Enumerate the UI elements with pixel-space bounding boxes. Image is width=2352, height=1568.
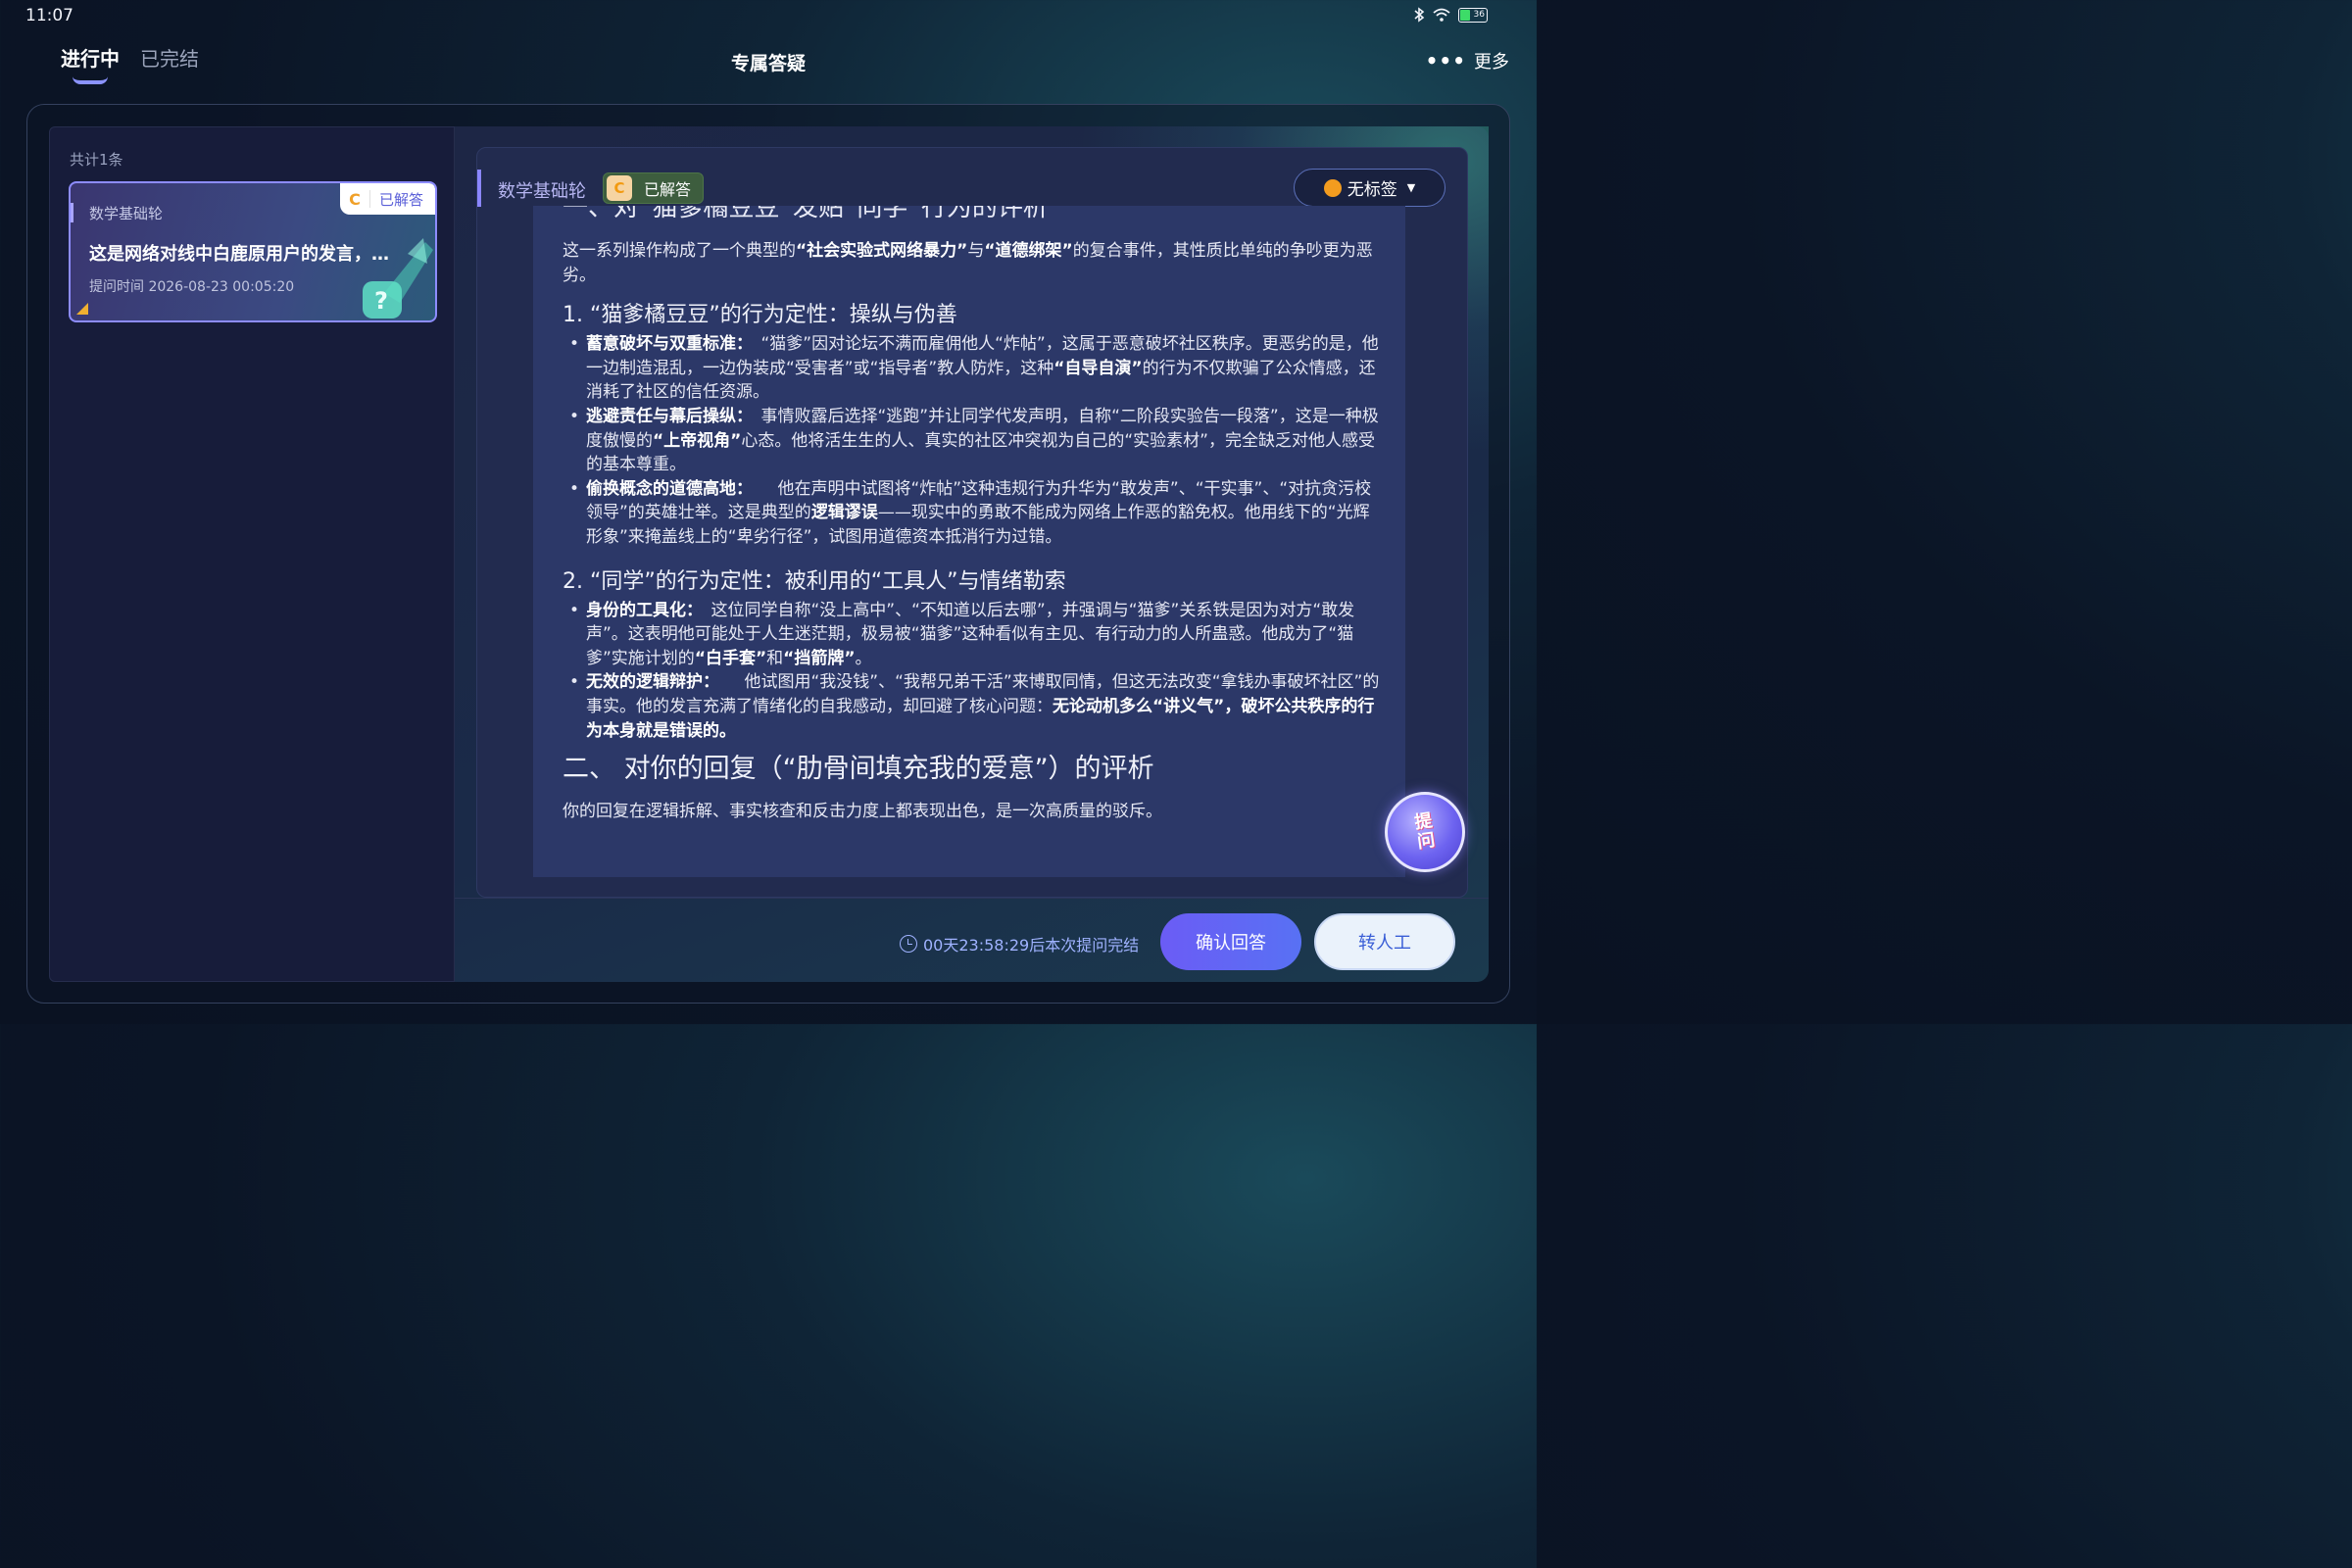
bold-run: “自导自演”: [1054, 358, 1143, 378]
bold-run: 蓄意破坏与双重标准：: [586, 334, 745, 355]
status-icons: 36: [1413, 7, 1488, 23]
confirm-answer-button[interactable]: 确认回答: [1160, 913, 1301, 970]
list-item: 逃避责任与幕后操纵： 事情败露后选择“逃跑”并让同学代发声明，自称“二阶段实验告…: [563, 405, 1381, 477]
question-list-panel: 共计1条 数学基础轮 C 已解答 这是网络对线中白鹿原用户的发言，… 提问时间 …: [49, 126, 455, 982]
status-time: 11:07: [25, 6, 74, 25]
bold-run: “社会实验式网络暴力”: [796, 241, 968, 261]
answer-body: 这一系列操作构成了一个典型的“社会实验式网络暴力”与“道德绑架”的复合事件，其性…: [563, 239, 1381, 838]
list-item: 偷换概念的道德高地： 他在声明中试图将“炸帖”这种违规行为升华为“敢发声”、“干…: [563, 477, 1381, 550]
text-run: 和: [766, 648, 784, 668]
course-level-icon: C: [349, 189, 361, 209]
part2-title: 二、 对你的回复（“肋骨间填充我的爱意”）的评析: [563, 754, 1154, 785]
card-status-badge: C 已解答: [340, 183, 435, 215]
tag-dropdown[interactable]: 无标签 ▼: [1294, 169, 1446, 207]
bluetooth-icon: [1414, 7, 1425, 23]
bold-run: 偷换概念的道德高地：: [586, 478, 745, 499]
bold-run: 逻辑谬误: [810, 503, 878, 523]
ask-label: 提问: [1413, 809, 1437, 854]
bold-run: “白手套”: [694, 648, 767, 668]
bold-run: 逃避责任与幕后操纵：: [586, 406, 745, 426]
answer-header-bar: [477, 170, 481, 207]
ask-question-button[interactable]: 提问: [1385, 792, 1465, 872]
battery-level: 36: [1473, 9, 1485, 20]
transfer-human-button[interactable]: 转人工: [1314, 913, 1455, 970]
page-title: 专属答疑: [730, 53, 806, 74]
bold-run: “上帝视角”: [653, 430, 742, 451]
countdown-text: 00天23:58:29后本次提问完结: [923, 936, 1140, 955]
card-accent-bar: [71, 203, 74, 222]
active-tab-indicator: [73, 76, 108, 84]
list-item: 蓄意破坏与双重标准： “猫爹”因对论坛不满而雇佣他人“炸帖”，这属于恶意破坏社区…: [563, 332, 1381, 405]
clipped-heading: 一、对“猫爹橘豆豆”发贴“同学”行为的评析: [563, 206, 1049, 222]
text-run: 。: [855, 648, 872, 668]
card-corner-mark: [76, 303, 88, 315]
more-dots-icon: •••: [1425, 49, 1466, 73]
question-card[interactable]: 数学基础轮 C 已解答 这是网络对线中白鹿原用户的发言，… 提问时间 2026-…: [69, 181, 437, 322]
card-course: 数学基础轮: [89, 205, 164, 222]
battery-icon: 36: [1458, 7, 1488, 23]
part2-paragraph: 你的回复在逻辑拆解、事实核查和反击力度上都表现出色，是一次高质量的驳斥。: [563, 802, 1162, 822]
card-status-text: 已解答: [379, 190, 424, 209]
more-button[interactable]: ••• 更多: [1426, 48, 1509, 74]
clock-icon: [900, 935, 917, 953]
list-item: 无效的逻辑辩护： 他试图用“我没钱”、“我帮兄弟干活”来博取同情，但这无法改变“…: [563, 670, 1381, 743]
answer-course: 数学基础轮: [498, 181, 586, 202]
chevron-down-icon: ▼: [1406, 181, 1416, 194]
course-level-icon: C: [607, 175, 632, 201]
list-item: 身份的工具化： 这位同学自称“没上高中”、“不知道以后去哪”，并强调与“猫爹”关…: [563, 599, 1381, 671]
list-count: 共计1条: [70, 151, 123, 169]
section2-title: 2. “同学”的行为定性：被利用的“工具人”与情绪勒索: [563, 568, 1066, 594]
svg-text:?: ?: [374, 287, 388, 315]
status-bar: 11:07 36: [0, 0, 1537, 31]
top-bar: 进行中 已完结 专属答疑 ••• 更多: [0, 31, 1537, 100]
more-label: 更多: [1474, 52, 1509, 73]
card-time: 提问时间 2026-08-23 00:05:20: [89, 279, 295, 295]
section1-list: 蓄意破坏与双重标准： “猫爹”因对论坛不满而雇佣他人“炸帖”，这属于恶意破坏社区…: [563, 332, 1381, 549]
section2-list: 身份的工具化： 这位同学自称“没上高中”、“不知道以后去哪”，并强调与“猫爹”关…: [563, 599, 1381, 744]
bold-run: 无效的逻辑辩护：: [586, 672, 711, 693]
text-run: 这一系列操作构成了一个典型的: [563, 241, 796, 261]
answered-status: 已解答: [644, 180, 692, 199]
intro-paragraph: 这一系列操作构成了一个典型的“社会实验式网络暴力”与“道德绑架”的复合事件，其性…: [563, 239, 1381, 287]
answer-content[interactable]: 一、对“猫爹橘豆豆”发贴“同学”行为的评析 这一系列操作构成了一个典型的“社会实…: [533, 206, 1405, 877]
tag-label: 无标签: [1347, 180, 1397, 200]
answered-badge: C 已解答: [603, 172, 704, 204]
bold-run: “挡箭牌”: [783, 648, 856, 668]
bold-run: “道德绑架”: [984, 241, 1073, 261]
bold-run: 身份的工具化：: [586, 600, 695, 620]
action-footer: 00天23:58:29后本次提问完结 确认回答 转人工: [455, 898, 1489, 982]
tag-icon: [1323, 178, 1342, 197]
countdown: 00天23:58:29后本次提问完结: [900, 932, 1139, 956]
wifi-icon: [1433, 8, 1450, 22]
section1-title: 1. “猫爹橘豆豆”的行为定性：操纵与伪善: [563, 303, 957, 328]
text-run: 与: [967, 241, 985, 261]
question-bubble-icon: ?: [363, 238, 433, 318]
